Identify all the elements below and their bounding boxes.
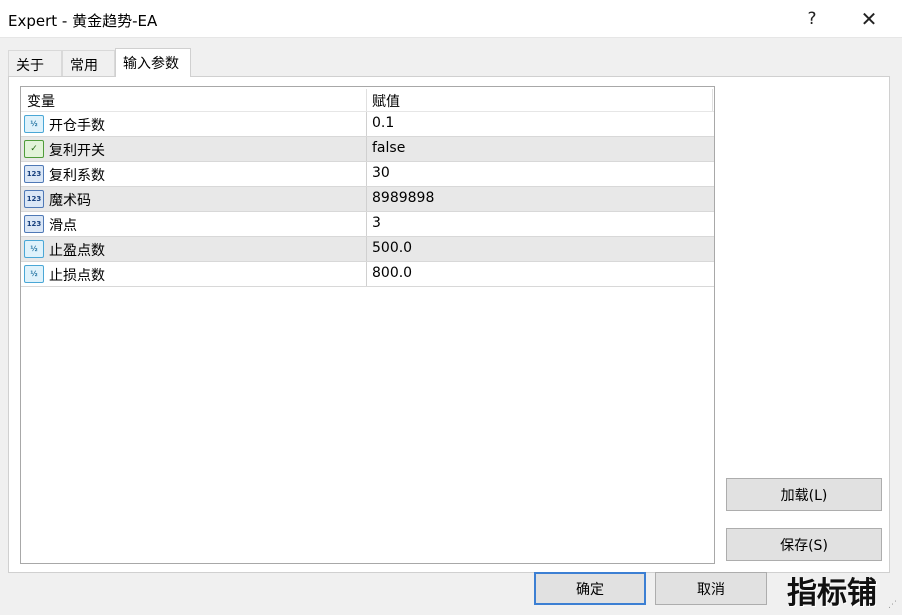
parameter-name-cell: ½ 开仓手数 <box>21 112 366 136</box>
parameter-grid: 变量 赋值 ½ 开仓手数 0.1 ✓ 复利开关 false 123 复利系数 3… <box>20 86 715 564</box>
load-button[interactable]: 加载(L) <box>726 478 882 511</box>
resize-grip-icon[interactable]: ⋰ <box>888 601 898 613</box>
parameter-value[interactable]: 0.1 <box>366 112 714 136</box>
boolean-type-icon: ✓ <box>24 140 44 158</box>
title-bar: Expert - 黄金趋势-EA ? ✕ <box>0 0 902 38</box>
parameter-name-cell: ½ 止盈点数 <box>21 237 366 261</box>
parameter-value[interactable]: false <box>366 137 714 161</box>
window-title: Expert - 黄金趋势-EA <box>8 12 158 30</box>
watermark-logo: 指标铺 <box>787 576 877 611</box>
ok-button[interactable]: 确定 <box>534 572 646 605</box>
tab-inputs[interactable]: 输入参数 <box>115 48 191 77</box>
parameter-value[interactable]: 800.0 <box>366 262 714 286</box>
tab-about[interactable]: 关于 <box>8 50 62 76</box>
help-button[interactable]: ? <box>792 6 832 32</box>
cancel-button[interactable]: 取消 <box>655 572 767 605</box>
integer-type-icon: 123 <box>24 190 44 208</box>
parameter-name: 复利系数 <box>49 168 105 184</box>
table-row[interactable]: ½ 开仓手数 0.1 <box>21 112 714 137</box>
parameter-name: 止损点数 <box>49 268 105 284</box>
save-button[interactable]: 保存(S) <box>726 528 882 561</box>
parameter-value[interactable]: 500.0 <box>366 237 714 261</box>
parameter-name: 魔术码 <box>49 193 91 209</box>
grid-header: 变量 赋值 <box>21 87 714 112</box>
table-row[interactable]: 123 复利系数 30 <box>21 162 714 187</box>
table-row[interactable]: 123 滑点 3 <box>21 212 714 237</box>
fraction-type-icon: ½ <box>24 240 44 258</box>
fraction-type-icon: ½ <box>24 265 44 283</box>
parameter-name-cell: ✓ 复利开关 <box>21 137 366 161</box>
parameter-name-cell: 123 复利系数 <box>21 162 366 186</box>
parameter-name-cell: ½ 止损点数 <box>21 262 366 286</box>
table-row[interactable]: ½ 止损点数 800.0 <box>21 262 714 287</box>
parameter-value[interactable]: 30 <box>366 162 714 186</box>
column-divider[interactable] <box>712 89 713 111</box>
table-row[interactable]: ½ 止盈点数 500.0 <box>21 237 714 262</box>
parameter-name: 复利开关 <box>49 143 105 159</box>
close-button[interactable]: ✕ <box>849 6 889 32</box>
integer-type-icon: 123 <box>24 165 44 183</box>
parameter-name-cell: 123 滑点 <box>21 212 366 236</box>
parameter-value[interactable]: 3 <box>366 212 714 236</box>
tab-common[interactable]: 常用 <box>62 50 115 76</box>
column-header-value[interactable]: 赋值 <box>366 87 712 112</box>
column-header-variable[interactable]: 变量 <box>21 87 366 112</box>
table-row[interactable]: ✓ 复利开关 false <box>21 137 714 162</box>
parameter-value[interactable]: 8989898 <box>366 187 714 211</box>
parameter-name: 止盈点数 <box>49 243 105 259</box>
inputs-panel: 变量 赋值 ½ 开仓手数 0.1 ✓ 复利开关 false 123 复利系数 3… <box>8 76 890 573</box>
parameter-name: 滑点 <box>49 218 77 234</box>
parameter-name-cell: 123 魔术码 <box>21 187 366 211</box>
parameter-name: 开仓手数 <box>49 118 105 134</box>
table-row[interactable]: 123 魔术码 8989898 <box>21 187 714 212</box>
fraction-type-icon: ½ <box>24 115 44 133</box>
integer-type-icon: 123 <box>24 215 44 233</box>
